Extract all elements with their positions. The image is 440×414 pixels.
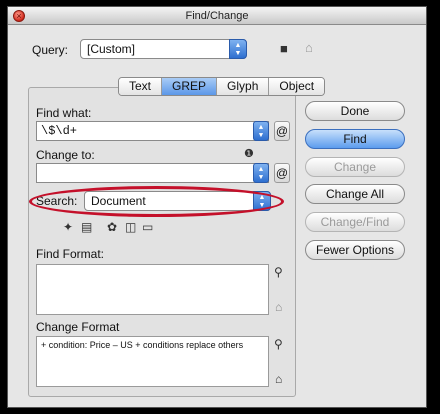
specify-find-format-icon[interactable]: ⚲	[274, 266, 283, 278]
special-characters-find-button[interactable]: @	[274, 121, 290, 141]
find-what-label: Find what:	[36, 106, 92, 120]
change-all-button[interactable]: Change All	[305, 184, 405, 204]
tab-object[interactable]: Object	[269, 78, 325, 95]
chevron-updown-icon: ▲ ▼	[253, 191, 271, 211]
find-change-window: × Find/Change Query: [Custom] ▲ ▼ ■ ⌂ Tex…	[7, 6, 427, 408]
query-label: Query:	[32, 43, 69, 57]
window-title: Find/Change	[185, 10, 249, 22]
floppy-save-icon[interactable]: ■	[280, 42, 288, 55]
search-scope-select[interactable]: Document ▲ ▼	[84, 191, 271, 211]
change-format-box[interactable]: + condition: Price – US + conditions rep…	[36, 336, 269, 387]
tab-glyph[interactable]: Glyph	[217, 78, 270, 95]
include-footnotes-icon[interactable]: ▭	[142, 221, 153, 233]
find-format-box[interactable]	[36, 264, 269, 315]
done-button[interactable]: Done	[305, 101, 405, 121]
change-to-input[interactable]: ▲ ▼	[36, 163, 269, 183]
search-label: Search:	[36, 194, 78, 208]
title-bar: × Find/Change	[8, 7, 426, 25]
include-locked-stories-icon[interactable]: ▤	[81, 221, 92, 233]
query-select[interactable]: [Custom] ▲ ▼	[80, 39, 247, 59]
clear-find-format-icon[interactable]: ⌂	[275, 301, 282, 313]
change-button[interactable]: Change	[305, 157, 405, 177]
find-format-label: Find Format:	[36, 247, 105, 261]
query-select-value: [Custom]	[87, 42, 136, 56]
clear-change-format-icon[interactable]: ⌂	[275, 373, 282, 385]
include-hidden-layers-icon[interactable]: ✿	[107, 221, 117, 233]
tab-text[interactable]: Text	[119, 78, 163, 95]
tab-grep[interactable]: GREP	[162, 78, 218, 95]
at-sign-icon: @	[275, 166, 289, 180]
change-format-value: + condition: Price – US + conditions rep…	[41, 340, 244, 350]
chevron-updown-icon[interactable]: ▲ ▼	[253, 163, 269, 183]
tab-bar: Text GREP Glyph Object	[118, 77, 326, 96]
include-locked-layers-icon[interactable]: ✦	[63, 221, 73, 233]
find-what-value: \$\d+	[41, 124, 78, 138]
trash-icon[interactable]: ⌂	[305, 41, 313, 54]
at-sign-icon: @	[275, 124, 289, 138]
find-format-value	[37, 265, 43, 282]
chevron-updown-icon[interactable]: ▲ ▼	[253, 121, 269, 141]
chevron-updown-icon: ▲ ▼	[229, 39, 247, 59]
change-to-label: Change to:	[36, 148, 95, 162]
fewer-options-button[interactable]: Fewer Options	[305, 240, 405, 260]
special-characters-change-button[interactable]: @	[274, 163, 290, 183]
info-icon: ❶	[244, 148, 254, 160]
specify-change-format-icon[interactable]: ⚲	[274, 338, 283, 350]
close-icon[interactable]: ×	[13, 10, 25, 22]
include-master-pages-icon[interactable]: ◫	[125, 221, 136, 233]
search-scope-value: Document	[91, 194, 146, 208]
change-find-button[interactable]: Change/Find	[305, 212, 405, 232]
find-what-input[interactable]: \$\d+ ▲ ▼	[36, 121, 269, 141]
find-button[interactable]: Find	[305, 129, 405, 149]
change-format-label: Change Format	[36, 320, 120, 334]
